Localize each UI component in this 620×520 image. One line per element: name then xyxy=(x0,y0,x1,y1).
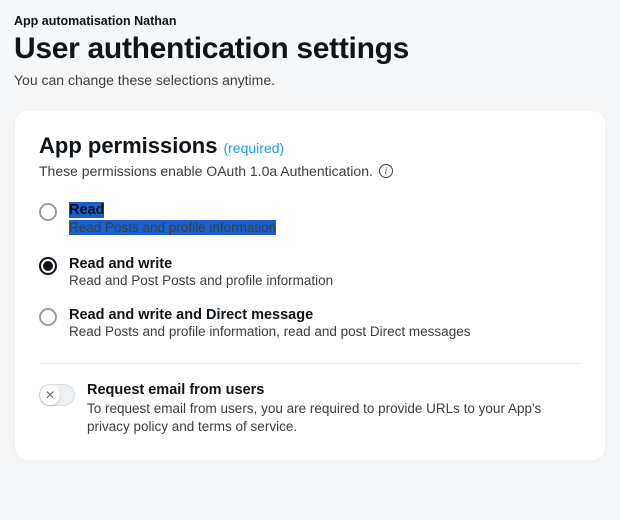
radio-title: Read and write xyxy=(69,256,172,272)
radio-desc: Read Posts and profile information, read… xyxy=(69,324,470,339)
info-icon[interactable]: i xyxy=(379,164,393,178)
toggle-desc: To request email from users, you are req… xyxy=(87,400,581,436)
radio-title: Read and write and Direct message xyxy=(69,307,313,323)
toggle-text: Request email from users To request emai… xyxy=(87,382,581,436)
section-title: App permissions xyxy=(39,133,217,159)
radio-group: Read Read Posts and profile information … xyxy=(39,201,581,339)
section-desc: These permissions enable OAuth 1.0a Auth… xyxy=(39,163,581,179)
radio-text: Read Read Posts and profile information xyxy=(69,201,276,237)
section-head: App permissions (required) xyxy=(39,133,581,159)
divider xyxy=(39,363,581,364)
radio-indicator xyxy=(39,203,57,221)
radio-text: Read and write and Direct message Read P… xyxy=(69,306,470,339)
radio-option-read-write[interactable]: Read and write Read and Post Posts and p… xyxy=(39,255,581,288)
email-toggle[interactable]: ✕ xyxy=(39,384,75,406)
radio-option-read-write-dm[interactable]: Read and write and Direct message Read P… xyxy=(39,306,581,339)
toggle-title: Request email from users xyxy=(87,382,581,398)
radio-indicator xyxy=(39,257,57,275)
page-subtitle: You can change these selections anytime. xyxy=(14,72,606,88)
page: App automatisation Nathan User authentic… xyxy=(0,0,620,461)
permissions-card: App permissions (required) These permiss… xyxy=(14,110,606,461)
email-toggle-row: ✕ Request email from users To request em… xyxy=(39,382,581,436)
page-title: User authentication settings xyxy=(14,32,606,66)
breadcrumb[interactable]: App automatisation Nathan xyxy=(14,14,606,28)
radio-option-read[interactable]: Read Read Posts and profile information xyxy=(39,201,581,237)
radio-desc: Read Posts and profile information xyxy=(69,220,276,235)
close-icon: ✕ xyxy=(40,385,60,405)
section-desc-text: These permissions enable OAuth 1.0a Auth… xyxy=(39,163,373,179)
radio-indicator xyxy=(39,308,57,326)
required-label: (required) xyxy=(223,140,284,156)
radio-desc: Read and Post Posts and profile informat… xyxy=(69,273,333,288)
radio-title: Read xyxy=(69,202,104,218)
radio-text: Read and write Read and Post Posts and p… xyxy=(69,255,333,288)
